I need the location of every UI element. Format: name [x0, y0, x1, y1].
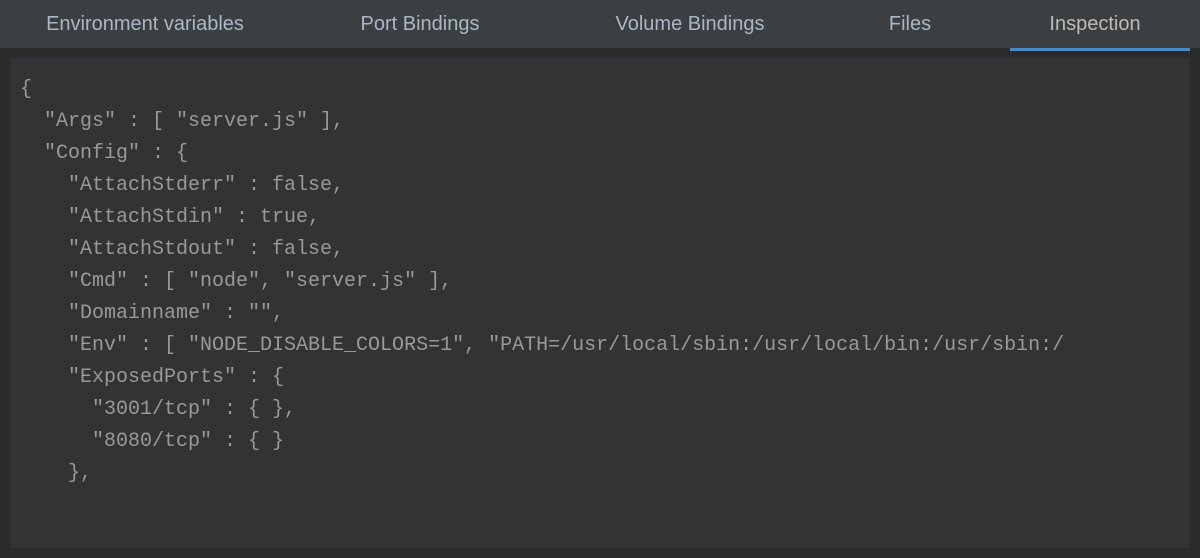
json-line: "3001/tcp" : { }, — [20, 398, 296, 421]
tab-label: Port Bindings — [361, 13, 480, 36]
tab-label: Volume Bindings — [616, 13, 765, 36]
json-line: "8080/tcp" : { } — [20, 430, 284, 453]
json-line: { — [20, 78, 32, 101]
tab-label: Files — [889, 13, 931, 36]
json-line: "Domainname" : "", — [20, 302, 284, 325]
json-line: "AttachStderr" : false, — [20, 174, 344, 197]
json-line: "Env" : [ "NODE_DISABLE_COLORS=1", "PATH… — [20, 334, 1064, 357]
json-line: "Args" : [ "server.js" ], — [20, 110, 344, 133]
tab-label: Inspection — [1049, 13, 1140, 36]
json-line: }, — [20, 462, 92, 485]
tab-label: Environment variables — [46, 13, 244, 36]
json-line: "AttachStdout" : false, — [20, 238, 344, 261]
json-line: "Cmd" : [ "node", "server.js" ], — [20, 270, 452, 293]
tab-inspection[interactable]: Inspection — [990, 0, 1200, 48]
tab-files[interactable]: Files — [830, 0, 990, 48]
tab-volume-bindings[interactable]: Volume Bindings — [550, 0, 830, 48]
json-line: "Config" : { — [20, 142, 188, 165]
tab-bar: Environment variables Port Bindings Volu… — [0, 0, 1200, 48]
json-viewer[interactable]: { "Args" : [ "server.js" ], "Config" : {… — [10, 58, 1190, 548]
tab-port-bindings[interactable]: Port Bindings — [290, 0, 550, 48]
content-wrapper: { "Args" : [ "server.js" ], "Config" : {… — [0, 48, 1200, 548]
json-line: "ExposedPorts" : { — [20, 366, 284, 389]
json-line: "AttachStdin" : true, — [20, 206, 320, 229]
tab-environment-variables[interactable]: Environment variables — [0, 0, 290, 48]
